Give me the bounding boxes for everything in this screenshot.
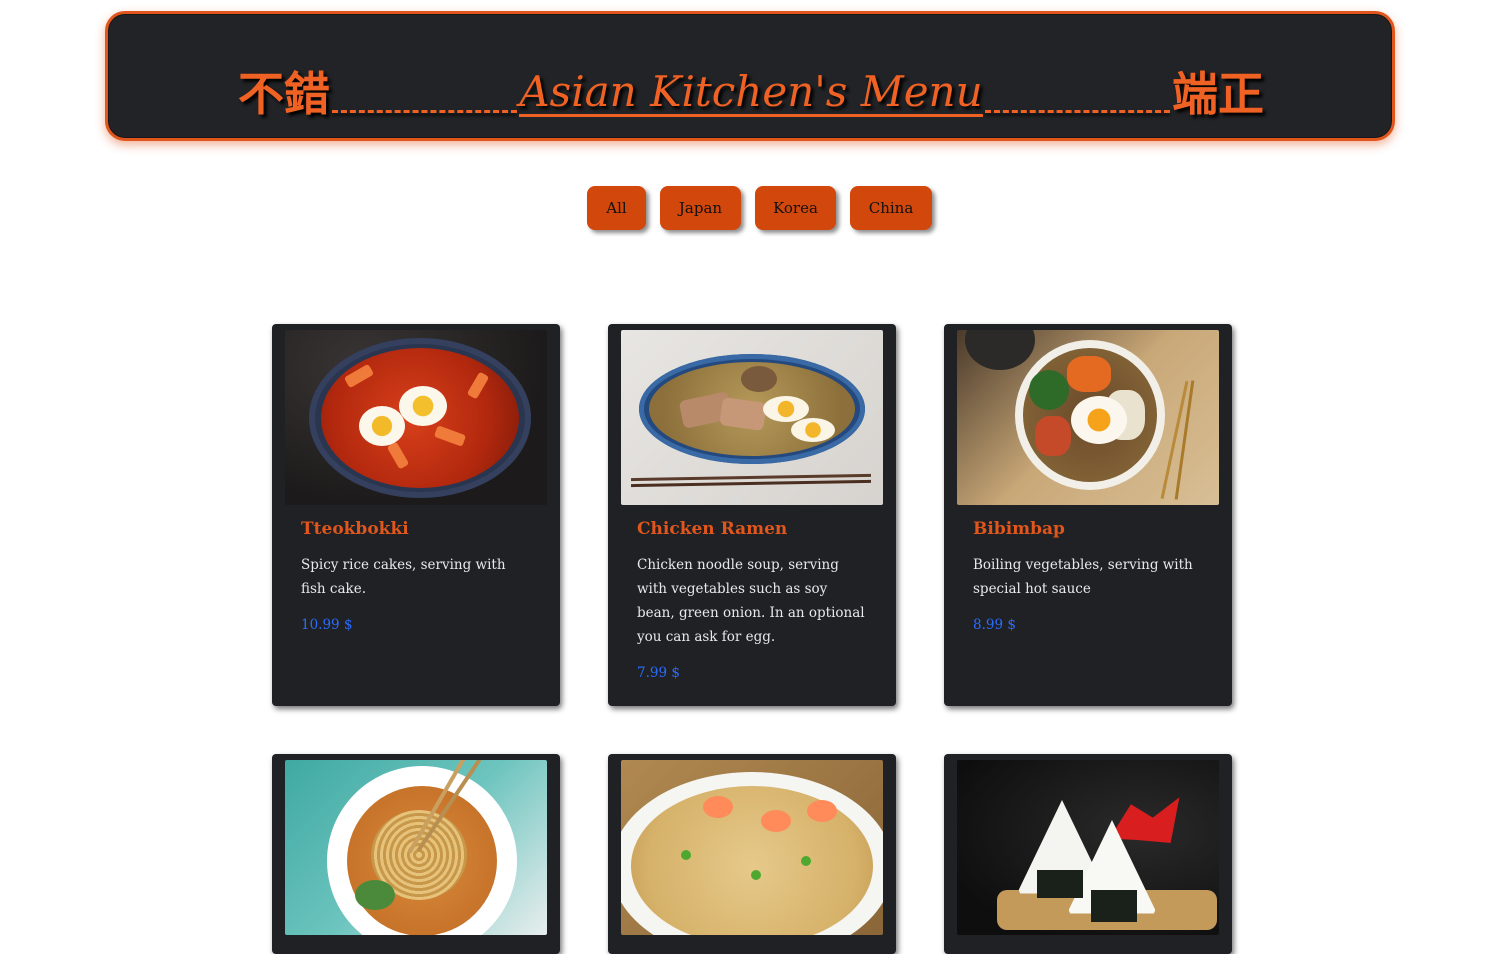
- menu-item-description: Spicy rice cakes, serving with fish cake…: [301, 557, 506, 597]
- filter-button-japan[interactable]: Japan: [660, 186, 741, 230]
- header-title-line: 不錯 Asian Kitchen's Menu 端正: [238, 57, 1264, 117]
- filter-button-china[interactable]: China: [850, 186, 932, 230]
- menu-item-description: Chicken noodle soup, serving with vegeta…: [637, 557, 865, 645]
- menu-card[interactable]: Tteokbokki Spicy rice cakes, serving wit…: [272, 324, 560, 706]
- menu-item-description: Boiling vegetables, serving with special…: [973, 557, 1193, 597]
- page-title: Asian Kitchen's Menu: [519, 67, 983, 117]
- menu-header: 不錯 Asian Kitchen's Menu 端正: [105, 11, 1395, 141]
- onigiri-icon: [957, 760, 1219, 935]
- menu-item-price: 10.99 $: [301, 617, 353, 633]
- menu-card[interactable]: [272, 754, 560, 954]
- filter-button-korea[interactable]: Korea: [755, 186, 836, 230]
- tteokbokki-bowl-icon: [285, 330, 547, 505]
- ramen-bowl-icon: [621, 330, 883, 505]
- menu-item-price: 7.99 $: [637, 665, 680, 681]
- menu-card[interactable]: Bibimbap Boiling vegetables, serving wit…: [944, 324, 1232, 706]
- header-divider-right: [984, 110, 1170, 113]
- menu-item-title: Bibimbap: [973, 519, 1065, 539]
- menu-item-price: 8.99 $: [973, 617, 1016, 633]
- dan-dan-noodles-icon: [285, 760, 547, 935]
- header-divider-left: [332, 110, 518, 113]
- fried-rice-plate-icon: [621, 760, 883, 935]
- category-filter-bar: All Japan Korea China: [587, 186, 932, 230]
- menu-item-title: Tteokbokki: [301, 519, 409, 539]
- header-right-kanji: 端正: [1172, 67, 1264, 121]
- bibimbap-bowl-icon: [957, 330, 1219, 505]
- menu-card[interactable]: [944, 754, 1232, 954]
- menu-card[interactable]: [608, 754, 896, 954]
- header-left-kanji: 不錯: [238, 67, 330, 121]
- filter-button-all[interactable]: All: [587, 186, 646, 230]
- menu-item-title: Chicken Ramen: [637, 519, 788, 539]
- menu-card[interactable]: Chicken Ramen Chicken noodle soup, servi…: [608, 324, 896, 706]
